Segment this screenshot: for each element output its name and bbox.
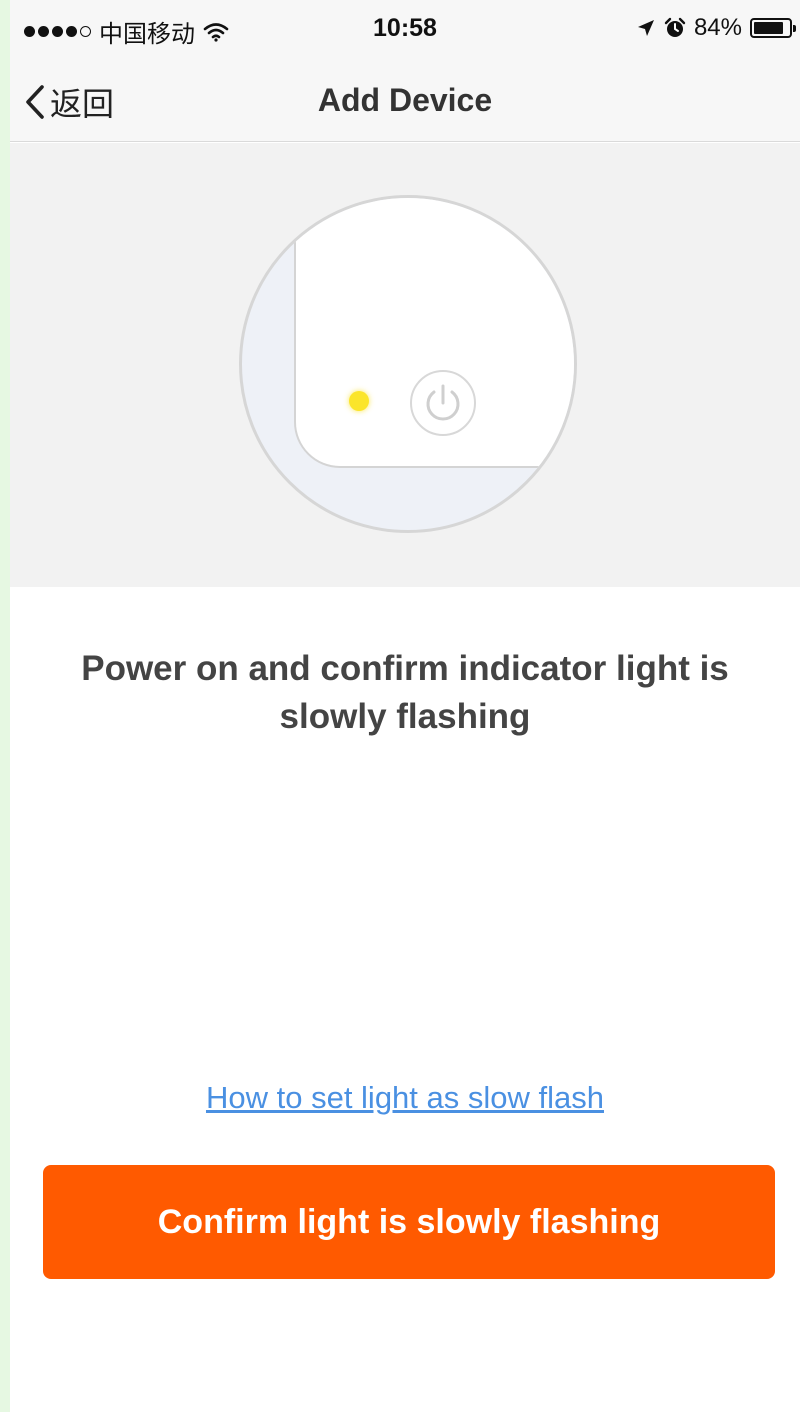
navigation-bar: 返回 Add Device <box>10 62 800 142</box>
instruction-text: Power on and confirm indicator light is … <box>81 649 729 736</box>
power-icon <box>410 370 476 436</box>
app-screen: 中国移动 10:58 84% 返回 Add Device Power on an… <box>10 0 800 1412</box>
page-title: Add Device <box>317 82 493 118</box>
battery-percent: 84% <box>693 14 742 41</box>
alarm-clock-icon <box>664 17 686 37</box>
device-illustration <box>10 143 800 587</box>
status-right: 84% <box>636 14 796 42</box>
battery-icon <box>750 18 796 38</box>
device-zoom-circle <box>239 195 577 533</box>
confirm-flashing-button[interactable]: Confirm light is slowly flashing <box>43 1165 775 1279</box>
slow-flash-help-link[interactable]: How to set light as slow flash <box>10 1080 800 1116</box>
indicator-light <box>349 391 369 411</box>
status-bar: 中国移动 10:58 84% <box>10 0 800 62</box>
location-arrow-icon <box>637 20 654 36</box>
battery-level-fill <box>754 22 783 34</box>
